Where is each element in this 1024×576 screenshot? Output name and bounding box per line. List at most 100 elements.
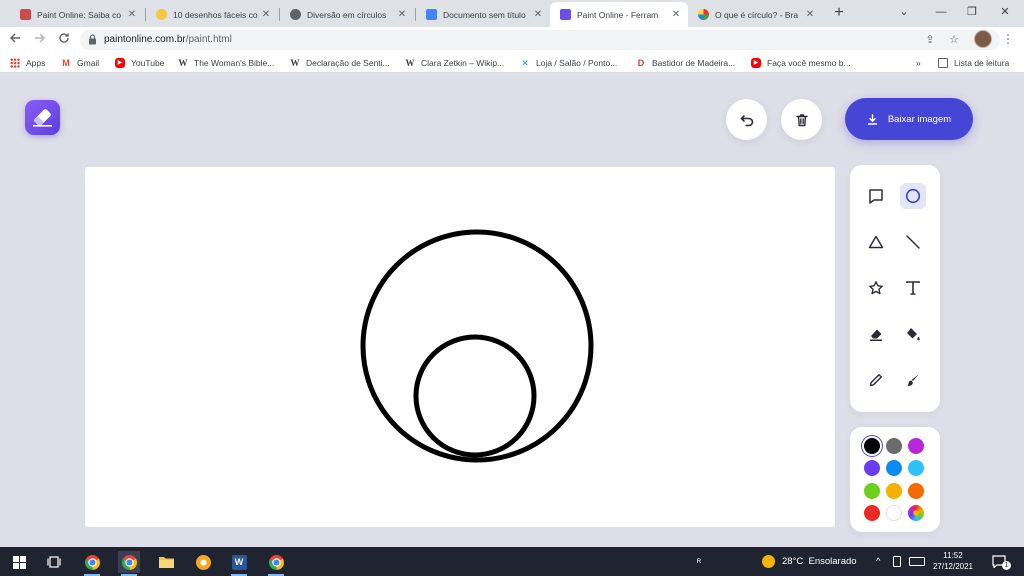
line-icon	[906, 235, 920, 249]
browser-app-icon	[195, 554, 211, 570]
bookmark-faca-voce-mesmo[interactable]: ▶ Faça você mesmo b...	[751, 56, 851, 70]
share-icon[interactable]: ⇪	[922, 32, 938, 48]
paint-bucket-icon	[907, 328, 920, 341]
taskbar-clock[interactable]: 11:52 27/12/2021	[928, 550, 978, 572]
tab-paint-online-saiba[interactable]: Paint Online: Saiba co ✕	[10, 2, 144, 27]
notification-center-button[interactable]: 1	[992, 547, 1011, 576]
people-icon: ᴿ	[697, 556, 702, 567]
bookmark-label: Loja / Salão / Ponto...	[536, 58, 618, 68]
bookmark-loja-salao[interactable]: ✕ Loja / Salão / Ponto...	[520, 56, 617, 70]
tool-brush[interactable]	[900, 367, 926, 393]
profile-avatar[interactable]	[974, 30, 992, 48]
swatch-custom-color-picker[interactable]	[908, 505, 924, 521]
close-icon[interactable]: ✕	[396, 9, 408, 20]
trash-icon	[795, 113, 808, 126]
windows-logo-icon	[12, 555, 26, 569]
taskbar-browser-app[interactable]	[192, 551, 214, 573]
download-label: Baixar imagem	[887, 113, 952, 125]
chrome-icon	[268, 554, 284, 570]
taskbar-chrome-1[interactable]	[81, 551, 103, 576]
taskbar-word[interactable]: W	[228, 551, 250, 576]
tab-o-que-e-circulo[interactable]: O que é círculo? - Bra ✕	[688, 2, 822, 27]
drawn-large-circle	[360, 229, 594, 463]
paint-online-logo[interactable]	[25, 100, 60, 135]
google-docs-favicon	[426, 9, 437, 20]
reload-button[interactable]	[55, 31, 73, 49]
tool-text[interactable]	[900, 275, 926, 301]
eraser-logo-icon	[33, 108, 52, 127]
taskbar-chrome-3[interactable]	[265, 551, 287, 576]
bookmark-star-icon[interactable]: ☆	[946, 32, 962, 48]
swatch-yellow[interactable]	[886, 483, 902, 499]
tool-triangle[interactable]	[863, 229, 889, 255]
window-close-button[interactable]: ✕	[994, 3, 1016, 21]
back-button[interactable]	[6, 31, 24, 49]
bookmark-womans-bible[interactable]: W The Woman's Bible...	[178, 56, 275, 70]
bookmark-gmail[interactable]: M Gmail	[61, 56, 99, 70]
tab-title: Documento sem título	[443, 9, 526, 20]
restore-button[interactable]: ❐	[961, 3, 983, 21]
close-icon[interactable]: ✕	[126, 9, 138, 20]
swatch-blue[interactable]	[886, 460, 902, 476]
apps-grid-icon	[10, 58, 20, 68]
taskbar-chrome-2[interactable]	[118, 551, 140, 576]
bookmark-declaracao[interactable]: W Declaração de Senti...	[290, 56, 390, 70]
swatch-green[interactable]	[864, 483, 880, 499]
keyboard-icon	[909, 557, 925, 566]
tool-fill[interactable]	[900, 321, 926, 347]
clear-canvas-button[interactable]	[781, 99, 822, 140]
tool-rectangle[interactable]	[863, 183, 889, 209]
tool-circle[interactable]	[900, 183, 926, 209]
bookmarks-overflow-button[interactable]: »	[916, 56, 921, 70]
tab-diversao-circulos[interactable]: Diversão em círculos ✕	[280, 2, 414, 27]
download-image-button[interactable]: Baixar imagem	[845, 98, 973, 140]
tab-paint-online-ferramenta[interactable]: Paint Online - Ferram ✕	[550, 2, 688, 27]
tab-documento-sem-titulo[interactable]: Documento sem título ✕	[416, 2, 550, 27]
url-text: paintonline.com.br/paint.html	[104, 34, 232, 45]
tab-search-button[interactable]: ⌄	[893, 3, 915, 21]
close-icon[interactable]: ✕	[532, 9, 544, 20]
weather-text: 28°C Ensolarado	[782, 556, 857, 567]
tool-eraser[interactable]	[863, 321, 889, 347]
bookmark-apps[interactable]: Apps	[10, 56, 45, 70]
taskbar-file-explorer[interactable]	[155, 551, 177, 573]
triangle-icon	[868, 235, 884, 249]
drawing-canvas[interactable]	[85, 167, 835, 527]
tool-pencil[interactable]	[863, 367, 889, 393]
tool-line[interactable]	[900, 229, 926, 255]
swatch-black[interactable]	[864, 438, 880, 454]
people-button[interactable]: ᴿ	[697, 547, 701, 576]
undo-button[interactable]	[726, 99, 767, 140]
keyboard-tray[interactable]	[909, 547, 925, 576]
arrow-left-icon	[10, 33, 20, 43]
reading-list-button[interactable]: Lista de leitura	[938, 56, 1009, 70]
task-view-button[interactable]	[43, 551, 65, 573]
bookmark-clara-zetkin[interactable]: W Clara Zetkin – Wikip...	[405, 56, 505, 70]
swatch-red[interactable]	[864, 505, 880, 521]
swatch-magenta[interactable]	[908, 438, 924, 454]
bookmark-bastidor[interactable]: D Bastidor de Madeira...	[636, 56, 735, 70]
tab-10-desenhos[interactable]: 10 desenhos fáceis co ✕	[146, 2, 278, 27]
close-icon[interactable]: ✕	[804, 9, 816, 20]
browser-menu-icon[interactable]: ⋮	[1002, 30, 1014, 48]
swatch-gray[interactable]	[886, 438, 902, 454]
new-tab-button[interactable]: +	[830, 4, 848, 22]
minimize-button[interactable]: —	[930, 3, 952, 21]
paint-app: Baixar imagem	[0, 73, 1024, 547]
close-icon[interactable]: ✕	[260, 9, 272, 20]
swatch-white[interactable]	[886, 505, 902, 521]
start-button[interactable]	[8, 551, 30, 573]
bookmark-youtube[interactable]: ▶ YouTube	[115, 56, 164, 70]
show-hidden-icons-button[interactable]: ^	[876, 547, 880, 576]
swatch-orange[interactable]	[908, 483, 924, 499]
tool-star[interactable]	[863, 275, 889, 301]
bookmark-label: Gmail	[77, 58, 100, 68]
weather-widget[interactable]: 28°C Ensolarado	[762, 547, 857, 576]
swatch-cyan[interactable]	[908, 460, 924, 476]
close-icon[interactable]: ✕	[670, 9, 682, 20]
swatch-violet[interactable]	[864, 460, 880, 476]
battery-tray[interactable]	[893, 547, 901, 576]
store-icon: D	[637, 58, 645, 68]
address-bar[interactable]: paintonline.com.br/paint.html ⇪ ☆	[80, 30, 1000, 50]
forward-button[interactable]	[31, 31, 49, 49]
